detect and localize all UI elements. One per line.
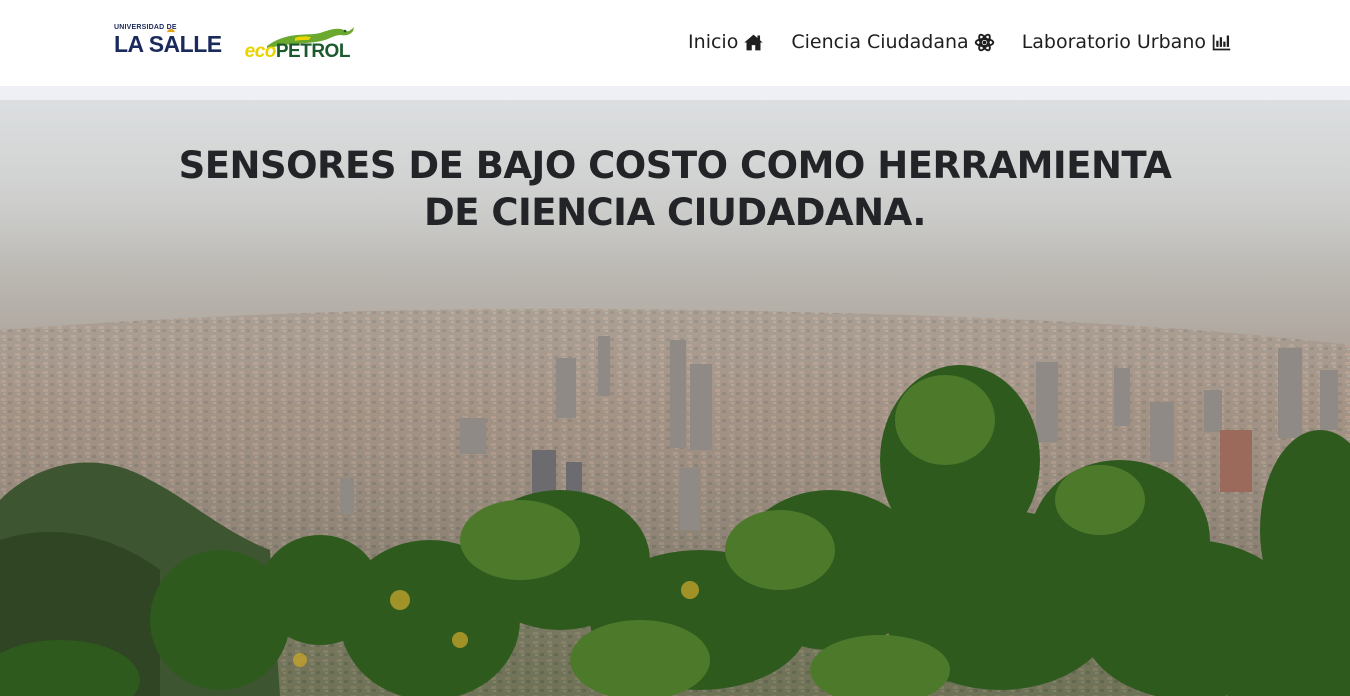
nav-item-inicio[interactable]: Inicio (688, 30, 764, 54)
ecopetrol-wordmark: ecoPETROL (244, 41, 351, 62)
lasalle-logo-part2: LLE (179, 31, 222, 57)
atom-icon (974, 33, 994, 51)
nav-item-laboratorio-urbano[interactable]: Laboratorio Urbano (1022, 30, 1232, 54)
main-nav: Inicio Ciencia Ciudadana Laboratorio Urb… (688, 30, 1232, 54)
bar-chart-icon (1212, 34, 1231, 50)
nav-item-label: Ciencia Ciudadana (791, 31, 969, 53)
logos: UNIVERSIDAD DE LA SALLE ecoPETROL (114, 24, 357, 64)
ecopetrol-wordmark-petrol: PETROL (275, 41, 351, 62)
hero-title: SENSORES DE BAJO COSTO COMO HERRAMIENTA … (178, 144, 1172, 234)
nav-item-label: Inicio (688, 31, 739, 53)
lasalle-logo-accent: A (163, 31, 181, 57)
lasalle-logo-main: LA SALLE (114, 32, 222, 56)
lasalle-logo[interactable]: UNIVERSIDAD DE LA SALLE (114, 24, 222, 56)
ecopetrol-logo[interactable]: ecoPETROL (245, 26, 357, 64)
ecopetrol-wordmark-eco: eco (244, 41, 277, 62)
hero-banner: SENSORES DE BAJO COSTO COMO HERRAMIENTA … (0, 100, 1350, 696)
lasalle-logo-part1: LA S (114, 31, 164, 57)
header-divider-band (0, 86, 1350, 100)
top-navbar: UNIVERSIDAD DE LA SALLE ecoPETROL Inicio… (0, 0, 1350, 86)
home-icon (744, 34, 764, 50)
nav-item-label: Laboratorio Urbano (1021, 31, 1206, 53)
nav-item-ciencia-ciudadana[interactable]: Ciencia Ciudadana (791, 30, 994, 54)
